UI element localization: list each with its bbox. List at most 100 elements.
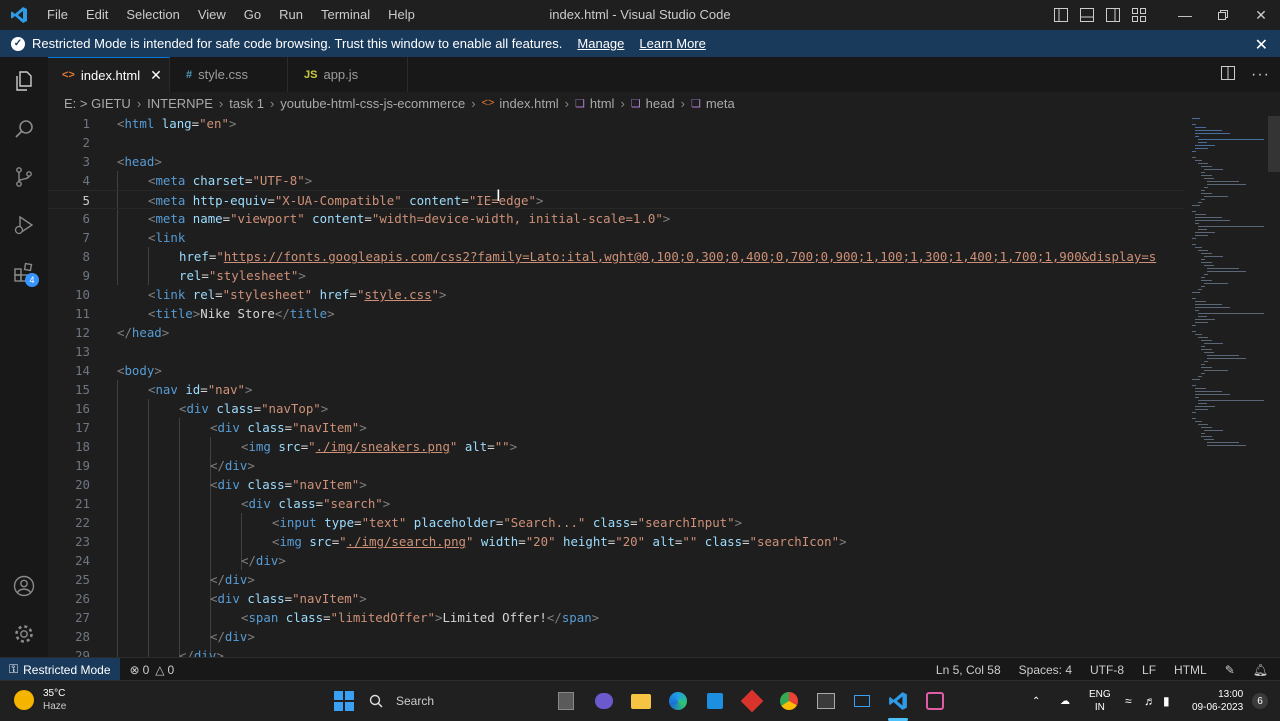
- breadcrumb-symbol[interactable]: ❏ html: [575, 96, 614, 111]
- run-debug-icon[interactable]: [0, 201, 48, 249]
- code-line[interactable]: 20 <div class="navItem">: [48, 475, 1185, 494]
- indentation[interactable]: Spaces: 4: [1019, 663, 1072, 677]
- puzzle-app-icon[interactable]: [740, 689, 764, 713]
- toggle-primary-sidebar-icon[interactable]: [1048, 0, 1074, 30]
- end-of-line[interactable]: LF: [1142, 663, 1156, 677]
- settings-gear-icon[interactable]: [0, 610, 48, 658]
- windows-start-icon[interactable]: [332, 689, 356, 713]
- tab-style-css[interactable]: # style.css: [170, 57, 288, 92]
- menu-run[interactable]: Run: [270, 0, 312, 30]
- wifi-icon[interactable]: ≈: [1125, 681, 1132, 721]
- breadcrumb-symbol[interactable]: ❏ head: [631, 96, 675, 111]
- code-line[interactable]: 16 <div class="navTop">: [48, 399, 1185, 418]
- code-line[interactable]: 7 <link: [48, 228, 1185, 247]
- code-line[interactable]: 10 <link rel="stylesheet" href="style.css…: [48, 285, 1185, 304]
- restricted-mode-status[interactable]: ⚿ Restricted Mode: [0, 658, 120, 681]
- show-hidden-icons[interactable]: ⌃: [1032, 681, 1040, 721]
- breadcrumb-folder[interactable]: task 1: [229, 96, 264, 111]
- breadcrumb-symbol[interactable]: ❏ meta: [691, 96, 735, 111]
- breadcrumb-folder[interactable]: INTERNPE: [147, 96, 213, 111]
- file-explorer-dark-icon[interactable]: [554, 689, 578, 713]
- code-line[interactable]: 1 <html lang="en">: [48, 114, 1185, 133]
- close-window-button[interactable]: ✕: [1242, 0, 1280, 30]
- menu-help[interactable]: Help: [379, 0, 424, 30]
- weather-haze-icon[interactable]: [14, 690, 34, 710]
- clock[interactable]: 13:00 09-06-2023: [1192, 681, 1243, 721]
- menu-view[interactable]: View: [189, 0, 235, 30]
- feedback-icon[interactable]: ✎: [1225, 663, 1235, 677]
- minimize-button[interactable]: —: [1166, 0, 1204, 30]
- menu-selection[interactable]: Selection: [117, 0, 188, 30]
- code-line[interactable]: 25 </div>: [48, 570, 1185, 589]
- menu-file[interactable]: File: [38, 0, 77, 30]
- code-line[interactable]: 15 <nav id="nav">: [48, 380, 1185, 399]
- code-line[interactable]: 9 rel="stylesheet">: [48, 266, 1185, 285]
- cursor-position[interactable]: Ln 5, Col 58: [936, 663, 1001, 677]
- search-icon[interactable]: [0, 105, 48, 153]
- breadcrumb-drive[interactable]: E: > GIETU: [64, 96, 131, 111]
- code-line[interactable]: 6 <meta name="viewport" content="width=de…: [48, 209, 1185, 228]
- code-line[interactable]: 3 <head>: [48, 152, 1185, 171]
- problems-status[interactable]: ⊗ 0 △ 0: [130, 663, 175, 677]
- teams-chat-icon[interactable]: [592, 689, 616, 713]
- menu-terminal[interactable]: Terminal: [312, 0, 379, 30]
- code-line[interactable]: 27 <span class="limitedOffer">Limited Off…: [48, 608, 1185, 627]
- edge-browser-icon[interactable]: [666, 689, 690, 713]
- code-line[interactable]: 29 </div>: [48, 646, 1185, 657]
- code-line[interactable]: 19 </div>: [48, 456, 1185, 475]
- code-line[interactable]: 17 <div class="navItem">: [48, 418, 1185, 437]
- code-line[interactable]: 5 <meta http-equiv="X-UA-Compatible" cont…: [48, 190, 1185, 209]
- volume-icon[interactable]: ♬: [1144, 681, 1156, 721]
- breadcrumb-file[interactable]: <> index.html: [482, 96, 559, 111]
- code-line[interactable]: 23 <img src="./img/search.png" width="20"…: [48, 532, 1185, 551]
- encoding[interactable]: UTF-8: [1090, 663, 1124, 677]
- code-line[interactable]: 21 <div class="search">: [48, 494, 1185, 513]
- taskbar-search[interactable]: Search: [369, 689, 529, 713]
- close-tab-icon[interactable]: ✕: [150, 67, 162, 84]
- code-line[interactable]: 24 </div>: [48, 551, 1185, 570]
- language-mode[interactable]: HTML: [1174, 663, 1207, 677]
- code-tool-icon[interactable]: [850, 689, 874, 713]
- code-line[interactable]: 11 <title>Nike Store</title>: [48, 304, 1185, 323]
- microsoft-store-icon[interactable]: [703, 689, 727, 713]
- toggle-secondary-sidebar-icon[interactable]: [1100, 0, 1126, 30]
- editor-scrollbar[interactable]: [1268, 114, 1280, 657]
- extensions-icon[interactable]: 4: [0, 249, 48, 297]
- tab-index-html[interactable]: <> index.html ✕: [48, 57, 170, 92]
- code-line[interactable]: 22 <input type="text" placeholder="Search…: [48, 513, 1185, 532]
- breadcrumb-folder[interactable]: youtube-html-css-js-ecommerce: [280, 96, 465, 111]
- code-line[interactable]: 4 <meta charset="UTF-8">: [48, 171, 1185, 190]
- scrollbar-thumb[interactable]: [1268, 116, 1280, 172]
- code-line[interactable]: 12 </head>: [48, 323, 1185, 342]
- chrome-browser-icon[interactable]: [777, 689, 801, 713]
- onedrive-icon[interactable]: ☁: [1060, 681, 1070, 721]
- media-app-icon[interactable]: [814, 689, 838, 713]
- code-line[interactable]: 14 <body>: [48, 361, 1185, 380]
- accounts-icon[interactable]: [0, 562, 48, 610]
- tab-app-js[interactable]: JS app.js: [288, 57, 408, 92]
- menu-go[interactable]: Go: [235, 0, 270, 30]
- notifications-bell-icon[interactable]: 🔔︎: [1253, 663, 1268, 677]
- close-banner-icon[interactable]: ✕: [1255, 35, 1268, 55]
- manage-link[interactable]: Manage: [577, 36, 624, 51]
- restore-button[interactable]: [1204, 0, 1242, 30]
- code-line[interactable]: 26 <div class="navItem">: [48, 589, 1185, 608]
- toggle-panel-icon[interactable]: [1074, 0, 1100, 30]
- learn-more-link[interactable]: Learn More: [639, 36, 705, 51]
- notification-center[interactable]: 6: [1252, 681, 1268, 721]
- snipping-tool-icon[interactable]: [923, 689, 947, 713]
- code-editor[interactable]: 1 <html lang="en"> 2 3 <head> 4 <meta charset=…: [48, 114, 1185, 657]
- code-line[interactable]: 18 <img src="./img/sneakers.png" alt="">: [48, 437, 1185, 456]
- battery-icon[interactable]: ▮: [1163, 681, 1170, 721]
- file-explorer-icon[interactable]: [629, 689, 653, 713]
- menu-edit[interactable]: Edit: [77, 0, 117, 30]
- split-editor-icon[interactable]: [1221, 66, 1236, 83]
- explorer-icon[interactable]: [0, 57, 48, 105]
- source-control-icon[interactable]: [0, 153, 48, 201]
- code-line[interactable]: 13: [48, 342, 1185, 361]
- minimap[interactable]: [1188, 114, 1268, 657]
- more-actions-icon[interactable]: ···: [1251, 66, 1270, 84]
- language-indicator[interactable]: ENG IN: [1089, 681, 1111, 721]
- weather-widget[interactable]: 35°C Haze: [43, 687, 66, 713]
- vscode-taskbar-icon[interactable]: [886, 689, 910, 713]
